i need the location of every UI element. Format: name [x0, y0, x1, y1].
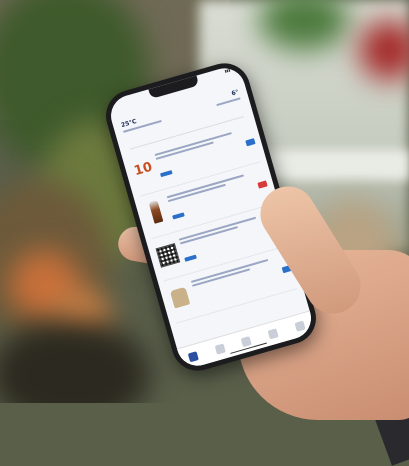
tab-favorites-icon[interactable]	[267, 327, 279, 339]
tab-list-icon[interactable]	[214, 343, 226, 355]
signal-icon: ▮▮▮	[224, 68, 231, 74]
price-badge	[257, 180, 268, 189]
status-time	[116, 101, 117, 105]
category-tag	[172, 212, 185, 220]
price-badge	[244, 138, 256, 147]
category-tag	[184, 254, 197, 262]
category-tag	[159, 170, 173, 178]
product-image	[165, 280, 194, 313]
product-image: 10	[129, 153, 158, 186]
product-image	[153, 238, 182, 271]
anniversary-logo: 10	[132, 159, 154, 180]
product-image	[141, 196, 170, 229]
sack-image	[169, 286, 191, 309]
price-badge	[269, 222, 280, 232]
bottle-image	[148, 200, 163, 224]
tab-search-icon[interactable]	[240, 335, 253, 347]
qr-code-image	[155, 242, 181, 268]
tab-home-icon[interactable]	[187, 350, 200, 362]
price-badge	[281, 265, 292, 274]
item-title-line	[154, 132, 232, 157]
tab-profile-icon[interactable]	[294, 320, 306, 332]
